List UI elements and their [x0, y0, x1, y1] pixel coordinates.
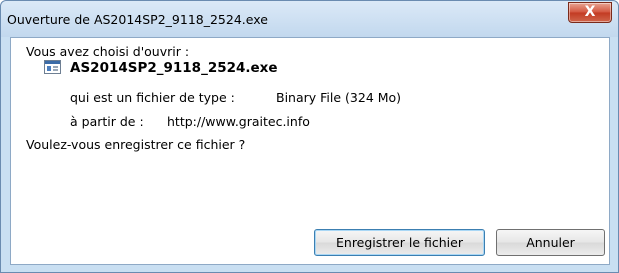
source-value: http://www.graitec.info	[167, 114, 310, 129]
file-type-value: Binary File (324 Mo)	[276, 90, 402, 105]
executable-file-icon	[44, 60, 61, 74]
intro-text: Vous avez choisi d'ouvrir :	[26, 44, 190, 59]
close-button[interactable]: X	[568, 2, 612, 23]
cancel-button[interactable]: Annuler	[496, 229, 605, 256]
file-name: AS2014SP2_9118_2524.exe	[70, 60, 278, 76]
window-title: Ouverture de AS2014SP2_9118_2524.exe	[7, 12, 268, 27]
source-label: à partir de :	[70, 114, 144, 129]
question-text: Voulez-vous enregistrer ce fichier ?	[26, 137, 246, 152]
title-bar[interactable]: Ouverture de AS2014SP2_9118_2524.exe X	[1, 1, 618, 37]
save-file-button[interactable]: Enregistrer le fichier	[314, 229, 485, 256]
file-type-label: qui est un fichier de type :	[70, 90, 235, 105]
close-icon: X	[584, 4, 596, 20]
